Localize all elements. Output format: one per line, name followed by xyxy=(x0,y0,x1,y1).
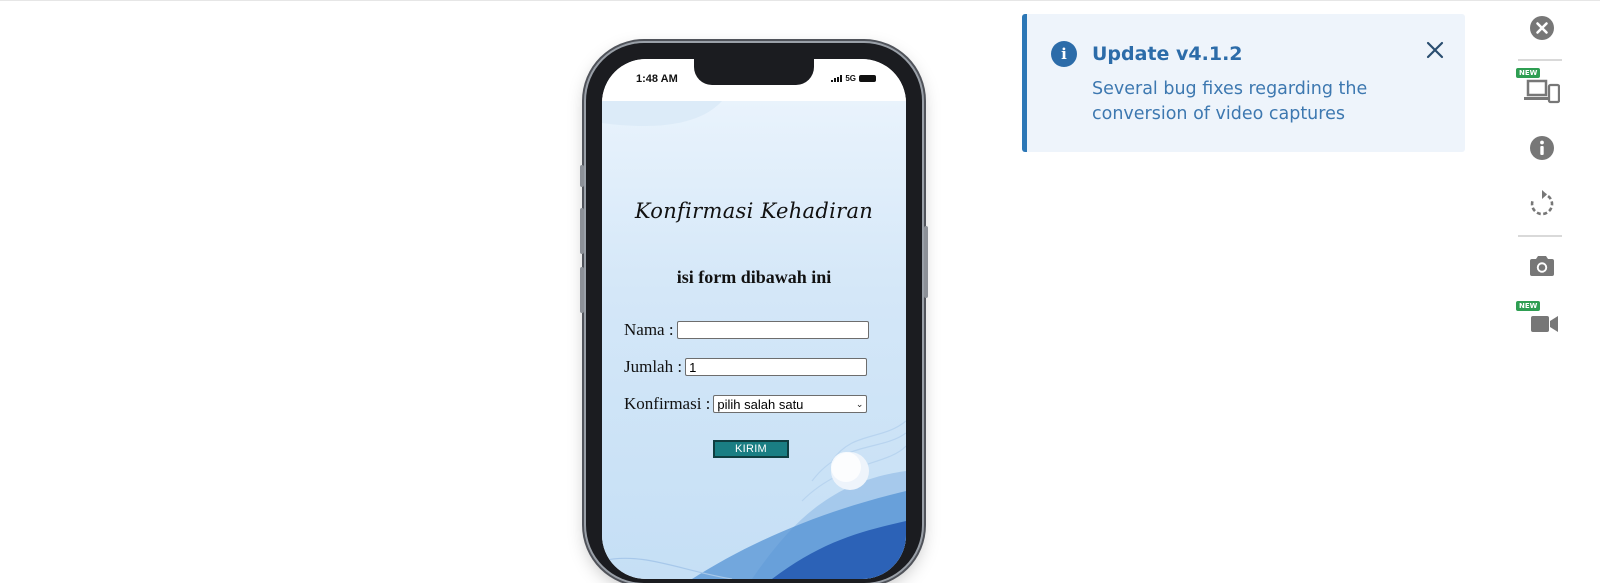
video-camera-icon xyxy=(1531,316,1558,332)
notification-body: Several bug fixes regarding the conversi… xyxy=(1092,79,1368,124)
jumlah-row: Jumlah : 1 xyxy=(624,357,868,377)
notification-title: Update v4.1.2 xyxy=(1092,43,1243,65)
nama-input[interactable] xyxy=(676,321,869,339)
konfirmasi-selected-value: pilih salah satu xyxy=(717,396,804,412)
new-badge: NEW xyxy=(1516,301,1541,311)
jumlah-input[interactable]: 1 xyxy=(685,358,868,376)
phone-notch xyxy=(694,59,814,85)
new-badge: NEW xyxy=(1516,68,1541,78)
phone-mute-switch xyxy=(580,165,584,187)
invitation-page: Konfirmasi Kehadiran isi form dibawah in… xyxy=(602,101,906,579)
sidebar-divider xyxy=(1518,59,1562,61)
phone-mockup: 1:48 AM 5G Konfirmasi Kehadiran isi form… xyxy=(580,43,928,583)
signal-icon xyxy=(831,75,843,82)
status-time: 1:48 AM xyxy=(636,73,678,85)
rotate-button[interactable] xyxy=(1520,189,1564,219)
kirim-button[interactable]: KIRIM xyxy=(713,440,789,458)
rotate-icon xyxy=(1530,190,1554,216)
nama-label: Nama : xyxy=(624,320,674,339)
update-notification: i Update v4.1.2 Several bug fixes regard… xyxy=(1022,14,1465,152)
device-mockup-button[interactable]: NEW xyxy=(1516,68,1564,106)
info-icon xyxy=(1530,136,1554,160)
konfirmasi-select[interactable]: pilih salah satu ⌄ xyxy=(713,395,868,413)
camera-icon xyxy=(1530,256,1554,276)
sidebar-divider xyxy=(1518,235,1562,237)
nama-row: Nama : xyxy=(624,320,869,340)
info-icon: i xyxy=(1051,41,1077,67)
phone-power-button xyxy=(924,226,928,298)
info-button[interactable] xyxy=(1520,134,1564,162)
phone-volume-down xyxy=(580,267,584,313)
network-type: 5G xyxy=(845,74,856,83)
close-extension-button[interactable] xyxy=(1520,14,1564,42)
phone-screen: 1:48 AM 5G Konfirmasi Kehadiran isi form… xyxy=(602,59,906,579)
konfirmasi-label: Konfirmasi : xyxy=(624,394,711,413)
close-circle-icon xyxy=(1530,16,1554,40)
background-waves xyxy=(602,101,906,579)
jumlah-label: Jumlah : xyxy=(624,357,683,376)
screenshot-button[interactable] xyxy=(1520,252,1564,280)
chevron-down-icon: ⌄ xyxy=(855,398,864,409)
page-subtitle: isi form dibawah ini xyxy=(676,267,832,287)
konfirmasi-row: Konfirmasi : pilih salah satu ⌄ xyxy=(624,394,868,414)
page-title: Konfirmasi Kehadiran xyxy=(634,199,874,223)
top-divider xyxy=(0,0,1600,1)
video-capture-button[interactable]: NEW xyxy=(1516,301,1564,336)
battery-icon xyxy=(859,75,876,82)
phone-volume-up xyxy=(580,208,584,254)
close-icon[interactable] xyxy=(1425,40,1445,60)
